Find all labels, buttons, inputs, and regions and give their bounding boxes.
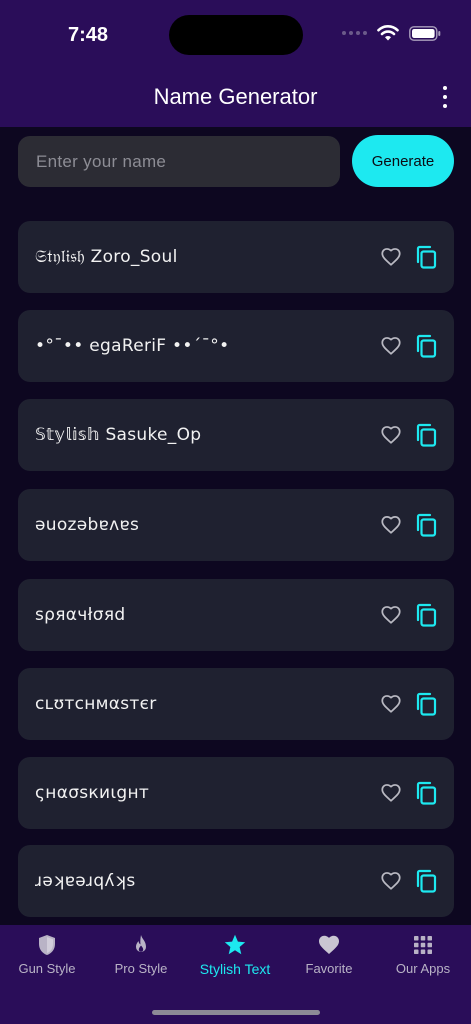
favorite-heart-icon[interactable] [380, 246, 402, 268]
result-text: 𝔖𝔱𝔶𝔩𝔦𝔰𝔥 Zoro_Soul [35, 247, 178, 267]
nav-item-pro-style[interactable]: Pro Style [94, 925, 188, 995]
flame-icon [136, 935, 146, 952]
result-card[interactable]: ǝuozǝbɐʌɐs [18, 489, 454, 561]
result-text: ςнασѕкиιgнт [35, 783, 150, 803]
result-card[interactable]: cʟʊтcнмαsтєr [18, 668, 454, 740]
favorite-heart-icon[interactable] [380, 604, 402, 626]
generate-button[interactable]: Generate [352, 135, 454, 187]
copy-icon[interactable] [415, 869, 437, 893]
result-text: cʟʊтcнмαsтєr [35, 694, 157, 714]
nav-item-gun-style[interactable]: Gun Style [0, 925, 94, 995]
result-card[interactable]: •°¯•• egaReriF ••´¯°• [18, 310, 454, 382]
copy-icon[interactable] [415, 692, 437, 716]
nav-label: Pro Style [114, 961, 168, 976]
nav-item-stylish-text[interactable]: Stylish Text [188, 925, 282, 995]
signal-icon [342, 31, 367, 35]
star-icon [224, 934, 246, 955]
wifi-icon [377, 25, 399, 41]
nav-label: Our Apps [395, 961, 451, 976]
favorite-heart-icon[interactable] [380, 424, 402, 446]
page-title: Name Generator [153, 84, 318, 109]
grid-icon [414, 936, 432, 954]
result-text: •°¯•• egaReriF ••´¯°• [35, 336, 230, 356]
nav-label: Favorite [305, 961, 353, 976]
heart-icon [319, 935, 339, 954]
result-card[interactable]: 𝔖𝔱𝔶𝔩𝔦𝔰𝔥 Zoro_Soul [18, 221, 454, 293]
favorite-heart-icon[interactable] [380, 870, 402, 892]
status-indicators [342, 24, 441, 42]
nav-item-our-apps[interactable]: Our Apps [376, 925, 470, 995]
result-card[interactable]: 𝕊𝕥𝕪𝕝𝕚𝕤𝕙 Sasuke_Op [18, 399, 454, 471]
favorite-heart-icon[interactable] [380, 514, 402, 536]
name-input[interactable] [18, 136, 340, 187]
copy-icon[interactable] [415, 603, 437, 627]
result-text: ɹǝʞɐǝɹqʎʞs [35, 871, 136, 891]
dynamic-island [169, 15, 303, 55]
result-text: ǝuozǝbɐʌɐs [35, 515, 140, 535]
copy-icon[interactable] [415, 423, 437, 447]
favorite-heart-icon[interactable] [380, 782, 402, 804]
result-card[interactable]: ѕρяαчłσяd [18, 579, 454, 651]
status-time: 7:48 [68, 24, 109, 46]
result-text: ѕρяαчłσяd [35, 605, 126, 625]
nav-item-favorite[interactable]: Favorite [282, 925, 376, 995]
result-text: 𝕊𝕥𝕪𝕝𝕚𝕤𝕙 Sasuke_Op [35, 425, 202, 445]
copy-icon[interactable] [415, 334, 437, 358]
app-header: 7:48 Name Generator [0, 0, 471, 127]
favorite-heart-icon[interactable] [380, 693, 402, 715]
favorite-heart-icon[interactable] [380, 335, 402, 357]
shield-icon [39, 935, 55, 955]
nav-label: Stylish Text [199, 961, 271, 977]
result-card[interactable]: ɹǝʞɐǝɹqʎʞs [18, 845, 454, 917]
battery-icon [409, 25, 441, 41]
home-indicator [152, 1010, 320, 1015]
copy-icon[interactable] [415, 781, 437, 805]
nav-label: Gun Style [18, 961, 76, 976]
copy-icon[interactable] [415, 513, 437, 537]
result-card[interactable]: ςнασѕкиιgнт [18, 757, 454, 829]
more-vertical-icon[interactable] [439, 86, 451, 108]
copy-icon[interactable] [415, 245, 437, 269]
